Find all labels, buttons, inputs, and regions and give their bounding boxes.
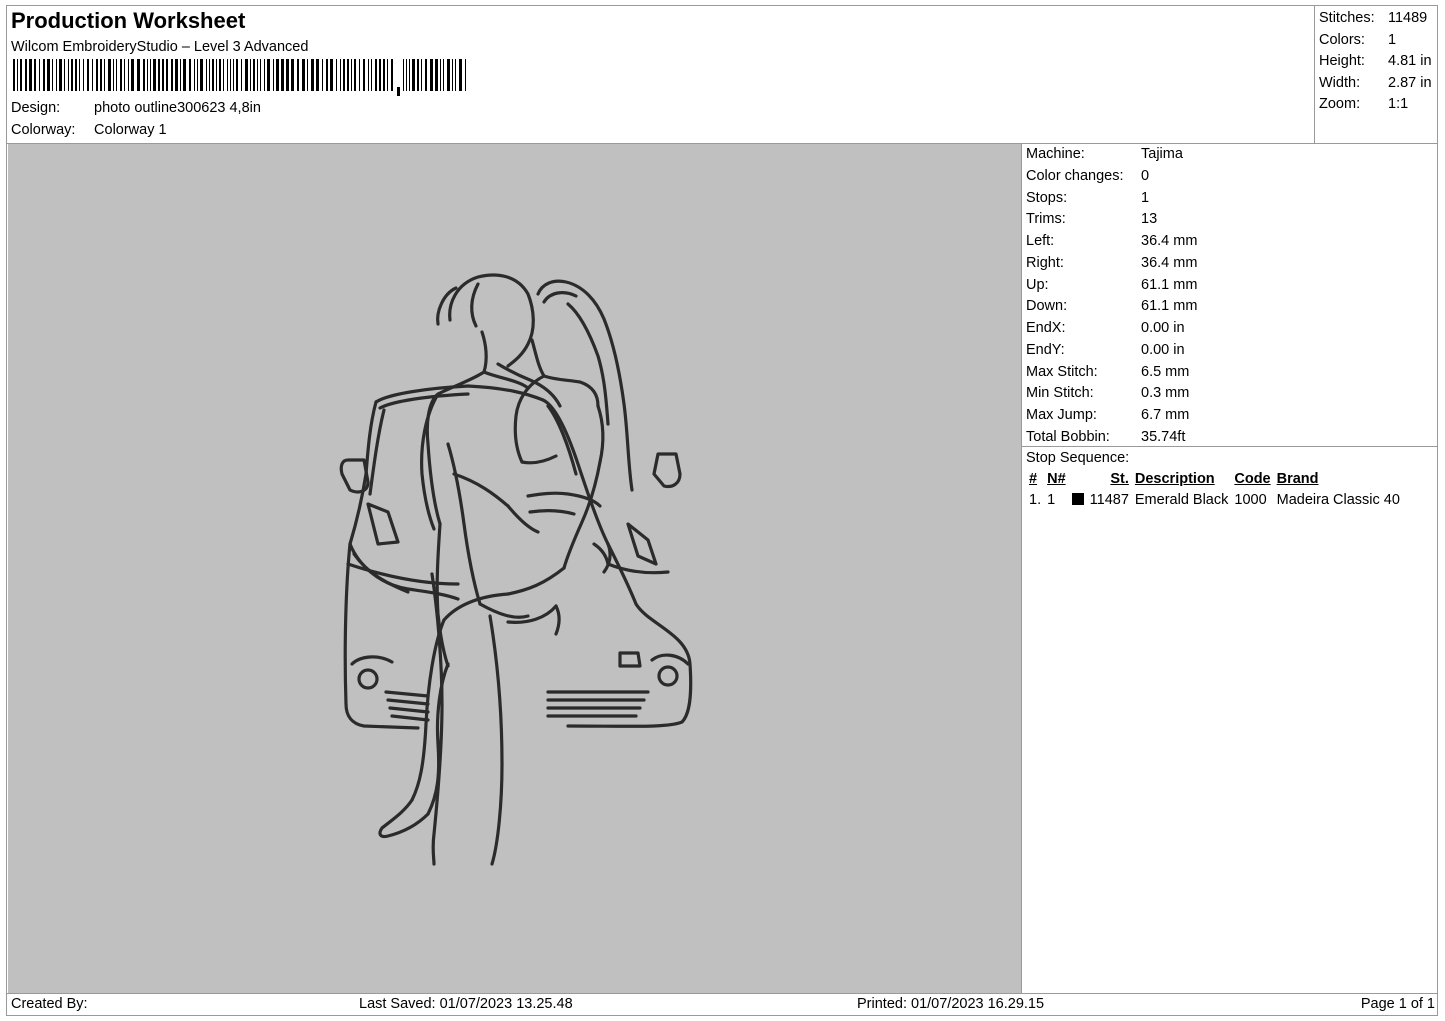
up-value: 61.1 mm [1141, 276, 1198, 293]
last-saved: Last Saved: 01/07/2023 13.25.48 [359, 996, 573, 1012]
colors-value: 1 [1388, 31, 1397, 48]
machine-value: Tajima [1141, 146, 1183, 162]
right-label: Right: [1026, 254, 1064, 271]
row-stitches: 11487 [1089, 492, 1129, 508]
design-preview [8, 144, 1021, 993]
worksheet: Production Worksheet Wilcom EmbroiderySt… [6, 5, 1438, 1016]
page-title: Production Worksheet [11, 8, 246, 33]
embroidery-outline-image [339, 273, 693, 866]
machine-label: Machine: [1026, 146, 1085, 162]
zoom-label: Zoom: [1319, 96, 1361, 113]
zoom-value: 1:1 [1388, 96, 1409, 113]
width-label: Width: [1319, 74, 1361, 91]
created-by: Created By: [11, 996, 88, 1012]
max-jump-value: 6.7 mm [1141, 407, 1190, 423]
stitches-label: Stitches: [1319, 10, 1375, 26]
footer: Created By: Last Saved: 01/07/2023 13.25… [7, 994, 1437, 1015]
stitches-value: 11489 [1388, 10, 1428, 26]
summary-panel: Stitches: 11489 Colors: 1 Height: 4.81 in W… [1319, 8, 1432, 116]
stops-value: 1 [1141, 189, 1150, 206]
down-value: 61.1 mm [1141, 298, 1198, 315]
trims-value: 13 [1141, 211, 1158, 228]
endx-value: 0.00 in [1141, 320, 1185, 336]
stop-sequence-table: # N# St. Description Code Brand 1. 1 114… [1026, 469, 1403, 511]
left-label: Left: [1026, 233, 1055, 249]
color-changes-label: Color changes: [1026, 167, 1124, 184]
design-label: Design: [11, 100, 61, 116]
height-label: Height: [1319, 53, 1365, 70]
max-stitch-value: 6.5 mm [1141, 363, 1190, 380]
col-stitches: St. [1110, 471, 1129, 487]
colorway-row: Colorway: Colorway 1 [11, 122, 167, 138]
design-row: Design: photo outline300623 4,8in [11, 100, 261, 116]
row-needle: 1 [1047, 492, 1056, 508]
machine-info-panel: Machine: Tajima Color changes: 0 Stops: 1 T… [1026, 144, 1197, 449]
colorway-label: Colorway: [11, 122, 76, 138]
colorway-value: Colorway 1 [94, 122, 167, 138]
down-label: Down: [1026, 298, 1068, 315]
stop-sequence-panel: Stop Sequence: # N# St. Description Code… [1026, 448, 1438, 511]
barcode [13, 59, 466, 96]
max-stitch-label: Max Stitch: [1026, 363, 1098, 380]
width-value: 2.87 in [1388, 74, 1432, 91]
trims-label: Trims: [1026, 211, 1066, 228]
max-jump-label: Max Jump: [1026, 407, 1097, 423]
row-num: 1. [1029, 492, 1042, 508]
color-swatch-icon [1071, 493, 1084, 505]
row-swatch [1069, 490, 1087, 511]
row-description: Emerald Black [1134, 492, 1229, 508]
right-value: 36.4 mm [1141, 254, 1198, 271]
stop-sequence-label: Stop Sequence: [1026, 450, 1130, 466]
page-number: Page 1 of 1 [1360, 996, 1435, 1012]
software-name: Wilcom EmbroideryStudio – Level 3 Advanc… [11, 39, 309, 55]
min-stitch-label: Min Stitch: [1026, 385, 1094, 402]
colors-label: Colors: [1319, 31, 1365, 48]
endx-label: EndX: [1026, 320, 1066, 336]
left-value: 36.4 mm [1141, 233, 1198, 249]
design-value: photo outline300623 4,8in [94, 100, 261, 116]
height-value: 4.81 in [1388, 53, 1432, 70]
col-description: Description [1134, 471, 1215, 487]
total-bobbin-value: 35.74ft [1141, 428, 1186, 445]
row-code: 1000 [1234, 492, 1267, 508]
table-header-row: # N# St. Description Code Brand [1026, 469, 1403, 490]
col-swatch [1069, 469, 1087, 490]
table-row: 1. 1 11487 Emerald Black 1000 Madeira Cl… [1026, 490, 1403, 511]
row-brand: Madeira Classic 40 [1276, 492, 1400, 508]
col-code: Code [1234, 471, 1271, 487]
min-stitch-value: 0.3 mm [1141, 385, 1190, 402]
up-label: Up: [1026, 276, 1049, 293]
col-brand: Brand [1276, 471, 1319, 487]
col-needle: N# [1047, 471, 1066, 487]
color-changes-value: 0 [1141, 167, 1150, 184]
printed-date: Printed: 01/07/2023 16.29.15 [857, 996, 1045, 1012]
stops-label: Stops: [1026, 189, 1068, 206]
col-num: # [1029, 471, 1038, 487]
endy-label: EndY: [1026, 341, 1065, 358]
endy-value: 0.00 in [1141, 341, 1185, 358]
